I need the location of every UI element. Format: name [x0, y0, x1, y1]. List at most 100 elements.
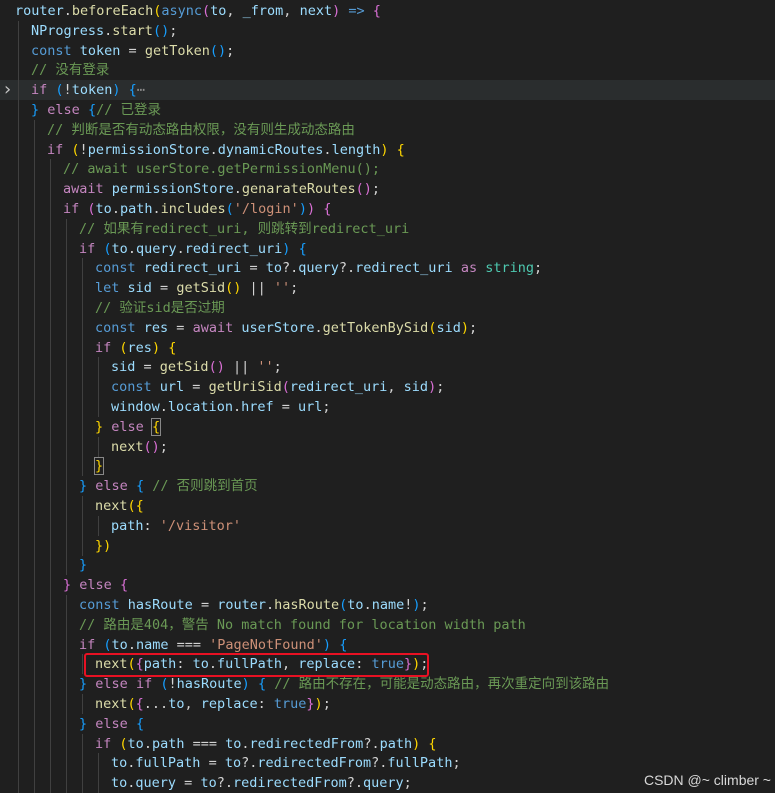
code-token: res	[127, 339, 152, 356]
code-token: {	[119, 577, 129, 594]
indent-guide	[98, 753, 99, 774]
indent-guide	[18, 634, 19, 655]
indent-guide	[34, 456, 35, 477]
code-line[interactable]: } else {	[0, 575, 775, 596]
code-line[interactable]: await permissionStore.genarateRoutes();	[0, 179, 775, 200]
code-token: (	[201, 3, 211, 19]
code-token: .	[323, 141, 332, 158]
code-line[interactable]: const res = await userStore.getTokenBySi…	[0, 317, 775, 338]
code-line[interactable]: to.fullPath = to?.redirectedFrom?.fullPa…	[0, 753, 775, 774]
code-token: ?.	[346, 775, 364, 792]
indent-guide	[34, 733, 35, 754]
code-line[interactable]: if (to.path === to.redirectedFrom?.path)…	[0, 733, 775, 754]
code-line[interactable]: } else {// 已登录	[0, 100, 775, 120]
fold-chevron-icon[interactable]: ›	[2, 80, 13, 100]
code-token: path	[151, 735, 185, 752]
indent-guide	[50, 496, 51, 516]
code-line[interactable]: next({	[0, 496, 775, 516]
annotation-highlight-box	[84, 653, 429, 677]
code-token: to	[127, 735, 144, 752]
code-line[interactable]: next({...to, replace: true});	[0, 694, 775, 714]
indent-guide	[34, 258, 35, 279]
code-line[interactable]: if (to.query.redirect_uri) {	[0, 238, 775, 259]
code-line[interactable]: › if (!token) {⋯	[0, 80, 775, 101]
indent-guide	[34, 337, 35, 358]
code-line[interactable]: if (res) {	[0, 337, 775, 358]
indent-guide	[82, 298, 83, 318]
indent-guide	[34, 773, 35, 793]
code-line[interactable]: sid = getSid() || '';	[0, 357, 775, 378]
code-token: beforeEach	[71, 3, 154, 19]
code-comment: // 路由不存在，可能是动态路由，再次重定向到该路由	[274, 676, 610, 693]
code-token: {	[150, 417, 162, 436]
code-line[interactable]: } else { // 否则跳到首页	[0, 476, 775, 497]
code-line[interactable]: const token = getToken();	[0, 40, 775, 61]
indent-guide	[18, 179, 19, 200]
code-line[interactable]: } else if (!hasRoute) { // 路由不存在，可能是动态路由…	[0, 674, 775, 695]
code-line[interactable]: // 验证sid是否过期	[0, 298, 775, 318]
code-token: ;	[169, 22, 178, 39]
code-line[interactable]: // 路由是404，警告 No match found for location…	[0, 614, 775, 635]
indent-guide	[50, 298, 51, 318]
code-token: to	[210, 3, 227, 19]
code-token: path	[111, 517, 144, 534]
indent-guide	[34, 416, 35, 437]
code-token: path	[379, 735, 413, 752]
indent-guide	[18, 674, 19, 695]
code-line[interactable]: path: '/visitor'	[0, 515, 775, 536]
code-line[interactable]: const redirect_uri = to?.query?.redirect…	[0, 258, 775, 279]
indent-guide	[18, 614, 19, 635]
indent-guide	[18, 139, 19, 160]
code-line[interactable]: }	[0, 555, 775, 576]
code-token: else	[95, 715, 128, 732]
code-token: replace	[200, 696, 258, 712]
code-token: else	[95, 676, 128, 693]
indent-guide	[34, 377, 35, 398]
indent-guide	[34, 317, 35, 338]
code-line[interactable]: }	[0, 456, 775, 477]
code-line[interactable]: // 没有登录	[0, 60, 775, 81]
code-token: redirect_uri	[289, 379, 388, 396]
code-line[interactable]: const url = getUriSid(redirect_uri, sid)…	[0, 377, 775, 398]
code-line[interactable]: // await userStore.getPermissionMenu();	[0, 159, 775, 180]
code-text: to.query = to?.redirectedFrom?.query;	[111, 773, 412, 793]
indent-guide	[66, 258, 67, 279]
code-text: } else if (!hasRoute) { // 路由不存在，可能是动态路由…	[79, 674, 609, 694]
code-token: ?.	[281, 260, 299, 277]
code-token: const	[31, 42, 72, 59]
code-token: ;	[322, 399, 331, 415]
code-text: if (to.name === 'PageNotFound') {	[79, 635, 347, 655]
indent-guide	[66, 476, 67, 497]
code-line[interactable]: if (to.name === 'PageNotFound') {	[0, 634, 775, 655]
indent-guide	[34, 179, 35, 200]
code-line[interactable]: if (!permissionStore.dynamicRoutes.lengt…	[0, 139, 775, 160]
indent-guide	[18, 694, 19, 714]
code-token: ({	[127, 498, 144, 514]
code-line[interactable]: const hasRoute = router.hasRoute(to.name…	[0, 595, 775, 615]
code-line[interactable]: if (to.path.includes('/login')) {	[0, 199, 775, 219]
code-line[interactable]: } else {	[0, 416, 775, 437]
indent-guide	[34, 238, 35, 259]
code-token: {	[135, 715, 145, 732]
code-line[interactable]: let sid = getSid() || '';	[0, 278, 775, 299]
code-line[interactable]: window.location.href = url;	[0, 397, 775, 417]
code-line[interactable]: // 如果有redirect_uri, 则跳转到redirect_uri	[0, 218, 775, 239]
indent-guide	[50, 278, 51, 299]
code-line[interactable]: NProgress.start();	[0, 20, 775, 41]
code-token: ?.	[241, 755, 258, 772]
code-line[interactable]: // 判断是否有动态路由权限，没有则生成动态路由	[0, 119, 775, 140]
code-line[interactable]: router.beforeEach(async(to, _from, next)…	[0, 1, 775, 21]
code-line[interactable]: next();	[0, 436, 775, 457]
code-token: to	[200, 775, 217, 792]
code-comment: // 没有登录	[31, 62, 110, 79]
code-token: if	[95, 735, 112, 752]
code-token: ?.	[363, 735, 380, 752]
code-line[interactable]: } else {	[0, 713, 775, 734]
code-token: ===	[168, 636, 210, 653]
code-line[interactable]: })	[0, 535, 775, 556]
